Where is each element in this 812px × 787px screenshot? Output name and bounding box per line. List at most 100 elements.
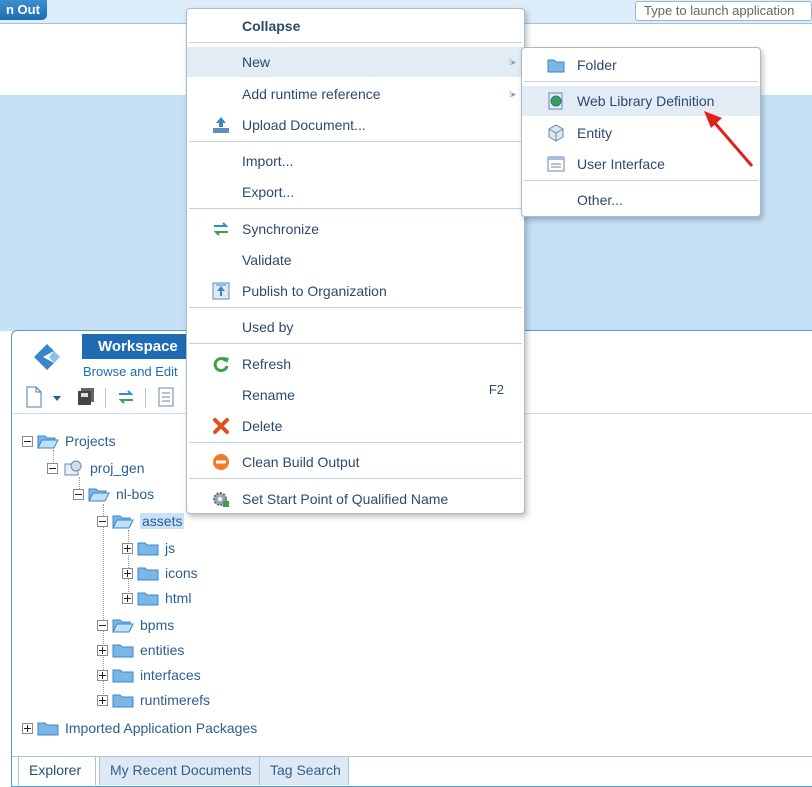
delete-icon bbox=[213, 418, 229, 434]
tree-node-projects[interactable]: Projects bbox=[22, 431, 116, 451]
tree-label: bpms bbox=[140, 617, 175, 633]
menu-separator bbox=[189, 478, 522, 479]
expand-toggle[interactable] bbox=[97, 644, 108, 656]
expand-toggle[interactable] bbox=[22, 722, 33, 734]
synchronize-icon[interactable] bbox=[116, 386, 136, 408]
entity-cube-icon bbox=[548, 124, 564, 142]
menu-item-add-runtime-reference[interactable]: Add runtime reference ⁞▸ bbox=[187, 79, 524, 109]
menu-item-import[interactable]: Import... bbox=[187, 146, 524, 176]
menu-item-set-start-point[interactable]: Set Start Point of Qualified Name bbox=[187, 484, 524, 514]
menu-item-collapse[interactable]: Collapse bbox=[187, 11, 524, 41]
menu-item-validate[interactable]: Validate bbox=[187, 245, 524, 275]
tree-node-bpms[interactable]: bpms bbox=[97, 615, 174, 635]
menu-item-label: Folder bbox=[577, 57, 617, 73]
user-interface-icon bbox=[547, 156, 565, 172]
settings-gear-icon bbox=[213, 492, 229, 507]
menu-separator bbox=[189, 442, 522, 443]
upload-icon bbox=[213, 117, 229, 133]
menu-item-publish[interactable]: Publish to Organization bbox=[187, 276, 524, 306]
tree-node-js[interactable]: js bbox=[122, 538, 175, 558]
folder-icon bbox=[112, 669, 134, 683]
menu-separator bbox=[524, 81, 758, 82]
submenu-item-other[interactable]: Other... bbox=[522, 185, 760, 215]
menu-item-label: Entity bbox=[577, 125, 613, 141]
tab-tag-search[interactable]: Tag Search bbox=[259, 756, 349, 785]
document-icon[interactable] bbox=[156, 386, 176, 408]
menu-item-label: Validate bbox=[242, 252, 292, 268]
collapse-toggle[interactable] bbox=[47, 462, 58, 474]
folder-icon bbox=[137, 542, 159, 556]
expand-toggle[interactable] bbox=[122, 592, 133, 604]
expand-toggle[interactable] bbox=[97, 669, 108, 681]
submenu-arrow-icon: ⁞▸ bbox=[508, 88, 516, 99]
tree-label: icons bbox=[165, 565, 198, 581]
folder-icon bbox=[137, 567, 159, 581]
tree-node-imported-packages[interactable]: Imported Application Packages bbox=[22, 718, 257, 738]
folder-open-icon bbox=[112, 515, 134, 529]
tree-node-nl-bos[interactable]: nl-bos bbox=[73, 484, 154, 504]
menu-item-label: Collapse bbox=[242, 18, 301, 34]
save-all-icon[interactable] bbox=[76, 386, 96, 408]
submenu-arrow-icon: ⁞▸ bbox=[508, 56, 516, 67]
tree-node-interfaces[interactable]: interfaces bbox=[97, 665, 201, 685]
tree-label-selected: assets bbox=[140, 513, 185, 529]
toolbar-separator bbox=[105, 388, 106, 408]
tree-node-html[interactable]: html bbox=[122, 588, 191, 608]
menu-item-label: Other... bbox=[577, 192, 623, 208]
menu-item-delete[interactable]: Delete bbox=[187, 411, 524, 441]
tree-node-assets[interactable]: assets bbox=[97, 511, 185, 531]
menu-item-label: Add runtime reference bbox=[242, 86, 381, 102]
expand-toggle[interactable] bbox=[122, 542, 133, 554]
menu-separator bbox=[189, 42, 522, 43]
tree-node-icons[interactable]: icons bbox=[122, 563, 198, 583]
folder-open-icon bbox=[37, 435, 59, 449]
collapse-toggle[interactable] bbox=[97, 515, 108, 527]
tree-label: nl-bos bbox=[116, 486, 155, 502]
menu-item-used-by[interactable]: Used by bbox=[187, 312, 524, 342]
annotation-arrow-icon bbox=[704, 111, 754, 167]
menu-item-synchronize[interactable]: Synchronize bbox=[187, 214, 524, 244]
menu-item-export[interactable]: Export... bbox=[187, 177, 524, 207]
menu-item-label: Upload Document... bbox=[242, 117, 366, 133]
tree-label: interfaces bbox=[140, 667, 201, 683]
workspace-subtitle: Browse and Edit bbox=[83, 364, 178, 379]
tree-label: runtimerefs bbox=[140, 692, 211, 708]
menu-item-refresh[interactable]: Refresh bbox=[187, 349, 524, 379]
folder-icon bbox=[37, 722, 59, 736]
menu-item-label: Synchronize bbox=[242, 221, 320, 237]
menu-item-label: User Interface bbox=[577, 156, 665, 172]
expand-toggle[interactable] bbox=[97, 694, 108, 706]
tree-label: Imported Application Packages bbox=[65, 720, 258, 736]
tree-node-runtimerefs[interactable]: runtimerefs bbox=[97, 690, 210, 710]
menu-item-label: Rename bbox=[242, 387, 295, 403]
menu-separator bbox=[524, 180, 758, 181]
submenu-item-folder[interactable]: Folder bbox=[522, 50, 760, 80]
menu-item-label: Publish to Organization bbox=[242, 283, 387, 299]
collapse-toggle[interactable] bbox=[22, 435, 33, 447]
folder-icon bbox=[547, 59, 565, 73]
launch-application-input[interactable]: Type to launch application bbox=[635, 1, 812, 21]
menu-separator bbox=[189, 141, 522, 142]
sign-out-button[interactable]: n Out bbox=[0, 0, 47, 20]
expand-toggle[interactable] bbox=[122, 567, 133, 579]
menu-item-new[interactable]: New ⁞▸ bbox=[187, 47, 524, 77]
collapse-toggle[interactable] bbox=[73, 488, 84, 500]
menu-separator bbox=[189, 208, 522, 209]
menu-item-clean-build-output[interactable]: Clean Build Output bbox=[187, 447, 524, 477]
menu-item-upload-document[interactable]: Upload Document... bbox=[187, 110, 524, 140]
folder-icon bbox=[137, 592, 159, 606]
tree-node-entities[interactable]: entities bbox=[97, 640, 184, 660]
menu-separator bbox=[189, 343, 522, 344]
web-library-icon bbox=[548, 92, 563, 110]
tree-node-proj-gen[interactable]: proj_gen bbox=[47, 458, 145, 478]
folder-icon bbox=[112, 694, 134, 708]
folder-open-icon bbox=[112, 619, 134, 633]
new-document-icon[interactable] bbox=[24, 386, 44, 408]
menu-item-label: Set Start Point of Qualified Name bbox=[242, 491, 449, 507]
synchronize-icon bbox=[213, 222, 229, 236]
menu-item-rename[interactable]: Rename F2 bbox=[187, 380, 524, 410]
chevron-down-icon[interactable] bbox=[52, 386, 62, 408]
collapse-toggle[interactable] bbox=[97, 619, 108, 631]
tab-explorer[interactable]: Explorer bbox=[18, 756, 96, 785]
tab-my-recent-documents[interactable]: My Recent Documents bbox=[99, 756, 274, 785]
